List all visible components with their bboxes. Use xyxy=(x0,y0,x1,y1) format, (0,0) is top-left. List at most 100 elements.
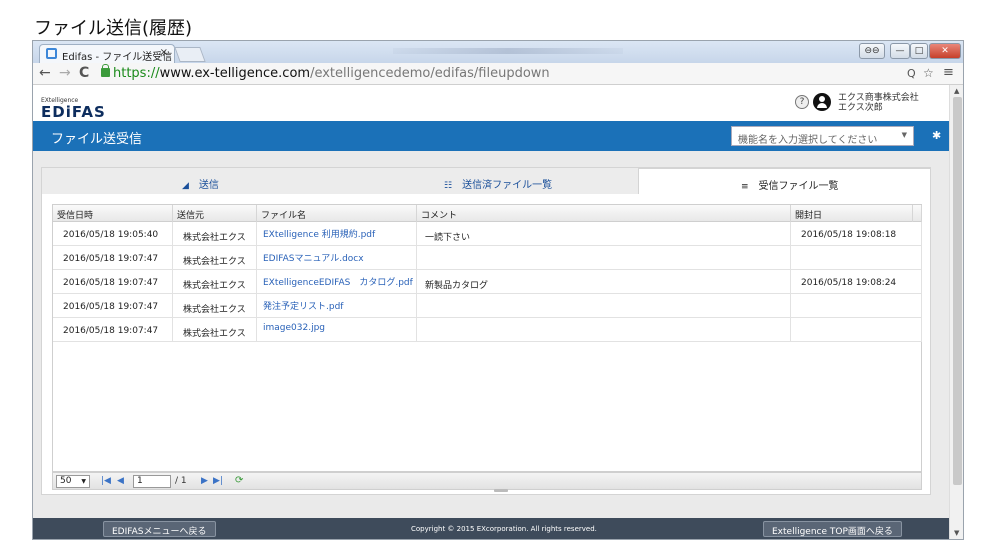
address-bar: ← → C https://www.ex-telligence.com/exte… xyxy=(33,63,963,85)
cell-sender: 株式会社エクス xyxy=(173,294,257,318)
cell-received-at: 2016/05/18 19:07:47 xyxy=(53,294,173,318)
table-row[interactable]: 2016/05/18 19:07:47 株式会社エクス EXtelligence… xyxy=(53,270,922,294)
function-select[interactable]: 機能名を入力選択してください ▼ xyxy=(731,126,914,146)
cell-received-at: 2016/05/18 19:05:40 xyxy=(53,222,173,246)
cell-comment xyxy=(417,246,791,270)
page-size-value: 50 xyxy=(60,476,72,486)
edifas-logo: EDiFAS xyxy=(41,103,106,121)
cell-file-link[interactable]: EXtelligenceEDIFAS カタログ.pdf xyxy=(257,270,417,294)
browser-menu-icon[interactable]: ≡ xyxy=(943,65,954,80)
list-icon: ☷ xyxy=(444,181,453,191)
tab-send[interactable]: ◢ 送信 xyxy=(42,168,340,194)
tab-received-files-label: 受信ファイル一覧 xyxy=(758,181,839,192)
back-to-extelligence-top-button[interactable]: Extelligence TOP画面へ戻る xyxy=(763,521,902,537)
cell-received-at: 2016/05/18 19:07:47 xyxy=(53,246,173,270)
tab-sent-files-label: 送信済ファイル一覧 xyxy=(462,180,553,191)
page-size-select[interactable]: 50 ▼ xyxy=(56,475,90,488)
user-avatar-icon[interactable] xyxy=(813,93,831,111)
url-field[interactable]: https://www.ex-telligence.com/extelligen… xyxy=(113,66,550,81)
cell-comment xyxy=(417,294,791,318)
browser-tab-strip: Edifas - ファイル送受信 × ⊖⊖ — □ ✕ xyxy=(33,41,963,63)
vertical-scrollbar[interactable]: ▲ ▼ xyxy=(949,85,963,539)
tab-send-label: 送信 xyxy=(198,180,219,191)
column-opened-at[interactable]: 開封日 xyxy=(791,205,922,222)
account-switch-button[interactable]: ⊖⊖ xyxy=(859,43,885,59)
chevron-down-icon: ▼ xyxy=(81,478,86,485)
cell-comment xyxy=(417,318,791,342)
back-to-edifas-menu-button[interactable]: EDIFASメニューへ戻る xyxy=(103,521,216,537)
cell-opened-at xyxy=(791,246,922,270)
app-header: EXtelligence EDiFAS ? エクス商事株式会社 エクス次郎 xyxy=(33,85,949,121)
window-close-button[interactable]: ✕ xyxy=(929,43,961,59)
prev-page-icon[interactable]: ◀ xyxy=(117,476,124,486)
cell-file-link[interactable]: EDIFASマニュアル.docx xyxy=(257,246,417,270)
new-tab-button[interactable] xyxy=(174,47,206,62)
user-name: エクス次郎 xyxy=(838,103,883,113)
page-caption: ファイル送信(履歴) xyxy=(34,18,193,39)
cell-file-link[interactable]: 発注予定リスト.pdf xyxy=(257,294,417,318)
zoom-icon[interactable]: Q xyxy=(907,67,916,80)
header-scroll-cell xyxy=(912,205,921,222)
file-panel: ◢ 送信 ☷ 送信済ファイル一覧 ≡ 受信ファイル一覧 受信日時 送信元 ファイル名 … xyxy=(41,167,931,495)
minimize-button[interactable]: — xyxy=(890,43,910,59)
cell-sender: 株式会社エクス xyxy=(173,318,257,342)
page-title: ファイル送受信 xyxy=(51,132,143,147)
gear-icon[interactable]: ✱ xyxy=(932,129,941,142)
cell-opened-at: 2016/05/18 19:08:24 xyxy=(791,270,922,294)
cell-comment: 新製品カタログ xyxy=(417,270,791,294)
table-row[interactable]: 2016/05/18 19:05:40 株式会社エクス EXtelligence… xyxy=(53,222,922,246)
user-info: エクス商事株式会社 エクス次郎 xyxy=(838,93,919,113)
received-files-table: 受信日時 送信元 ファイル名 コメント 開封日 2016/05/18 19:05… xyxy=(52,204,922,472)
resize-grip[interactable] xyxy=(494,489,508,492)
function-select-placeholder: 機能名を入力選択してください xyxy=(738,135,878,146)
tab-received-files[interactable]: ≡ 受信ファイル一覧 xyxy=(638,168,931,194)
company-name: エクス商事株式会社 xyxy=(838,93,919,103)
cell-received-at: 2016/05/18 19:07:47 xyxy=(53,270,173,294)
scroll-up-icon[interactable]: ▲ xyxy=(954,87,959,95)
table-row[interactable]: 2016/05/18 19:07:47 株式会社エクス 発注予定リスト.pdf xyxy=(53,294,922,318)
column-comment[interactable]: コメント xyxy=(417,205,791,222)
cell-opened-at xyxy=(791,318,922,342)
browser-window: Edifas - ファイル送受信 × ⊖⊖ — □ ✕ ← → C https:… xyxy=(32,40,964,540)
help-icon[interactable]: ? xyxy=(795,95,809,109)
url-host: www.ex-telligence.com xyxy=(159,66,311,81)
table-row[interactable]: 2016/05/18 19:07:47 株式会社エクス image032.jpg xyxy=(53,318,922,342)
url-path: /extelligencedemo/edifas/fileupdown xyxy=(310,66,550,81)
table-header: 受信日時 送信元 ファイル名 コメント 開封日 xyxy=(53,205,922,222)
cell-file-link[interactable]: EXtelligence 利用規約.pdf xyxy=(257,222,417,246)
bookmark-star-icon[interactable]: ☆ xyxy=(923,66,934,80)
maximize-button[interactable]: □ xyxy=(910,43,928,59)
cell-comment: 一読下さい xyxy=(417,222,791,246)
forward-arrow-icon[interactable]: → xyxy=(59,65,71,81)
column-sender[interactable]: 送信元 xyxy=(173,205,257,222)
last-page-icon[interactable]: ▶| xyxy=(213,476,223,486)
next-page-icon[interactable]: ▶ xyxy=(201,476,208,486)
scrollbar-thumb[interactable] xyxy=(953,97,962,485)
back-arrow-icon[interactable]: ← xyxy=(39,65,51,81)
cell-opened-at: 2016/05/18 19:08:18 xyxy=(791,222,922,246)
tab-close-icon[interactable]: × xyxy=(160,47,168,58)
column-file-name[interactable]: ファイル名 xyxy=(257,205,417,222)
cell-sender: 株式会社エクス xyxy=(173,222,257,246)
page-total: / 1 xyxy=(175,476,187,486)
first-page-icon[interactable]: |◀ xyxy=(101,476,111,486)
reload-icon[interactable]: C xyxy=(79,65,89,81)
cell-sender: 株式会社エクス xyxy=(173,246,257,270)
cell-file-link[interactable]: image032.jpg xyxy=(257,318,417,342)
tab-bar: ◢ 送信 ☷ 送信済ファイル一覧 ≡ 受信ファイル一覧 xyxy=(42,168,931,194)
tab-sent-files[interactable]: ☷ 送信済ファイル一覧 xyxy=(340,168,638,194)
chevron-down-icon: ▼ xyxy=(901,131,907,139)
table-row[interactable]: 2016/05/18 19:07:47 株式会社エクス EDIFASマニュアル.… xyxy=(53,246,922,270)
column-received-at[interactable]: 受信日時 xyxy=(53,205,173,222)
url-scheme: https:// xyxy=(113,66,160,81)
cell-sender: 株式会社エクス xyxy=(173,270,257,294)
scroll-down-icon[interactable]: ▼ xyxy=(954,529,959,537)
page-title-bar: ファイル送受信 機能名を入力選択してください ▼ ✱ xyxy=(33,121,949,151)
menu-lines-icon: ≡ xyxy=(741,182,749,192)
page-number-input[interactable]: 1 xyxy=(133,475,171,488)
blurred-tab-area xyxy=(393,48,623,54)
refresh-icon[interactable]: ⟳ xyxy=(235,475,243,486)
copyright-text: Copyright © 2015 EXcorporation. All righ… xyxy=(411,525,597,533)
browser-tab[interactable]: Edifas - ファイル送受信 × xyxy=(39,44,175,63)
browser-tab-title: Edifas - ファイル送受信 xyxy=(62,52,173,63)
